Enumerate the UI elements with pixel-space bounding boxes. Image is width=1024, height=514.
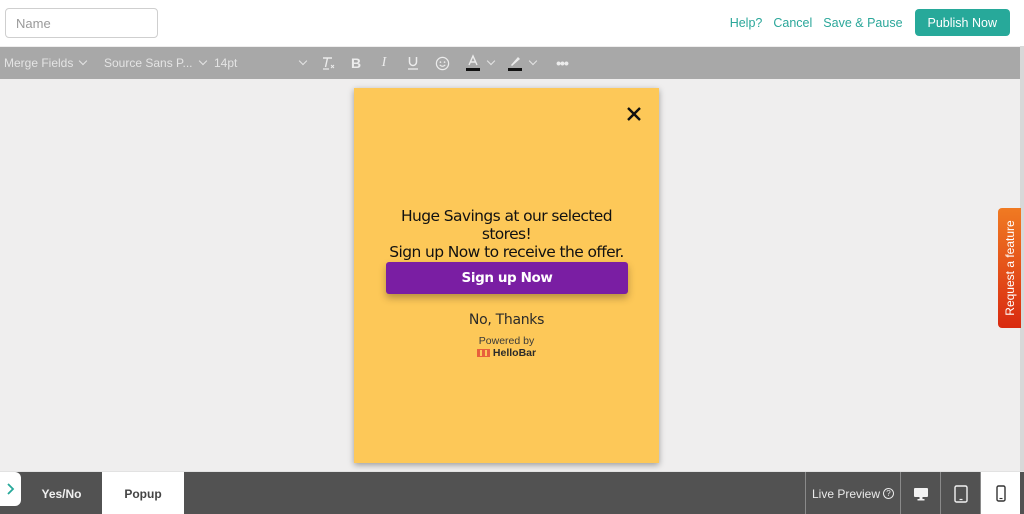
device-tablet-button[interactable] <box>940 472 980 514</box>
desktop-icon <box>913 487 928 500</box>
italic-icon[interactable]: I <box>377 47 391 79</box>
no-thanks-link[interactable]: No, Thanks <box>354 312 659 328</box>
expand-sidebar-button[interactable] <box>0 472 21 506</box>
editor-toolbar: Merge Fields Source Sans P... 14pt B I •… <box>0 47 1020 79</box>
popup-headline[interactable]: Huge Savings at our selected stores! Sig… <box>354 207 659 261</box>
font-size-dropdown[interactable]: 14pt <box>214 47 310 79</box>
live-preview-label: Live Preview <box>811 486 881 501</box>
tab-yes-no[interactable]: Yes/No <box>21 472 102 514</box>
mobile-icon <box>995 485 1006 502</box>
request-feature-tab[interactable]: Request a feature <box>998 208 1021 328</box>
bottom-bar: Yes/No Popup Live Preview ? <box>0 471 1024 514</box>
powered-by-label: Powered by <box>478 335 535 347</box>
request-feature-label: Request a feature <box>1002 220 1017 316</box>
live-preview-button[interactable]: Live Preview ? <box>805 472 900 514</box>
underline-icon[interactable] <box>405 47 421 79</box>
sign-up-now-button[interactable]: Sign up Now <box>386 262 628 294</box>
bold-icon[interactable]: B <box>348 47 364 79</box>
cancel-link[interactable]: Cancel <box>773 16 812 30</box>
chevron-down-icon <box>79 56 88 66</box>
header-actions: Help? Cancel Save & Pause Publish Now <box>719 9 1010 36</box>
brand-label: HelloBar <box>492 347 537 359</box>
text-color-icon[interactable] <box>461 47 497 79</box>
chevron-down-icon <box>528 56 537 66</box>
name-input[interactable] <box>5 8 158 38</box>
clear-format-icon[interactable] <box>319 47 337 79</box>
popup-preview[interactable]: Huge Savings at our selected stores! Sig… <box>354 88 659 463</box>
highlight-icon[interactable] <box>503 47 539 79</box>
help-circle-icon: ? <box>883 488 895 499</box>
emoji-icon[interactable] <box>433 47 451 79</box>
device-desktop-button[interactable] <box>900 472 940 514</box>
save-pause-link[interactable]: Save & Pause <box>823 16 902 30</box>
merge-fields-dropdown[interactable]: Merge Fields <box>4 47 88 79</box>
chevron-right-icon <box>6 483 14 495</box>
close-icon[interactable] <box>625 105 643 123</box>
font-family-dropdown[interactable]: Source Sans P... <box>104 47 207 79</box>
merge-fields-label: Merge Fields <box>4 56 74 70</box>
headline-line: stores! <box>481 225 532 243</box>
chevron-down-icon <box>198 56 207 66</box>
help-link[interactable]: Help? <box>730 16 763 30</box>
device-mobile-button[interactable] <box>980 472 1020 514</box>
tablet-icon <box>953 484 968 503</box>
tab-popup[interactable]: Popup <box>102 472 184 514</box>
top-header: Help? Cancel Save & Pause Publish Now <box>0 0 1024 46</box>
font-family-label: Source Sans P... <box>104 56 193 70</box>
headline-line: Sign up Now to receive the offer. <box>389 243 624 261</box>
chevron-down-icon <box>486 56 495 66</box>
headline-line: Huge Savings at our selected <box>400 207 613 225</box>
publish-now-button[interactable]: Publish Now <box>914 9 1010 36</box>
chevron-down-icon <box>298 56 308 66</box>
font-size-label: 14pt <box>214 56 238 70</box>
more-icon[interactable]: ••• <box>553 47 571 79</box>
hellobar-logo-icon <box>476 349 490 357</box>
hellobar-branding[interactable]: HelloBar <box>354 347 659 359</box>
